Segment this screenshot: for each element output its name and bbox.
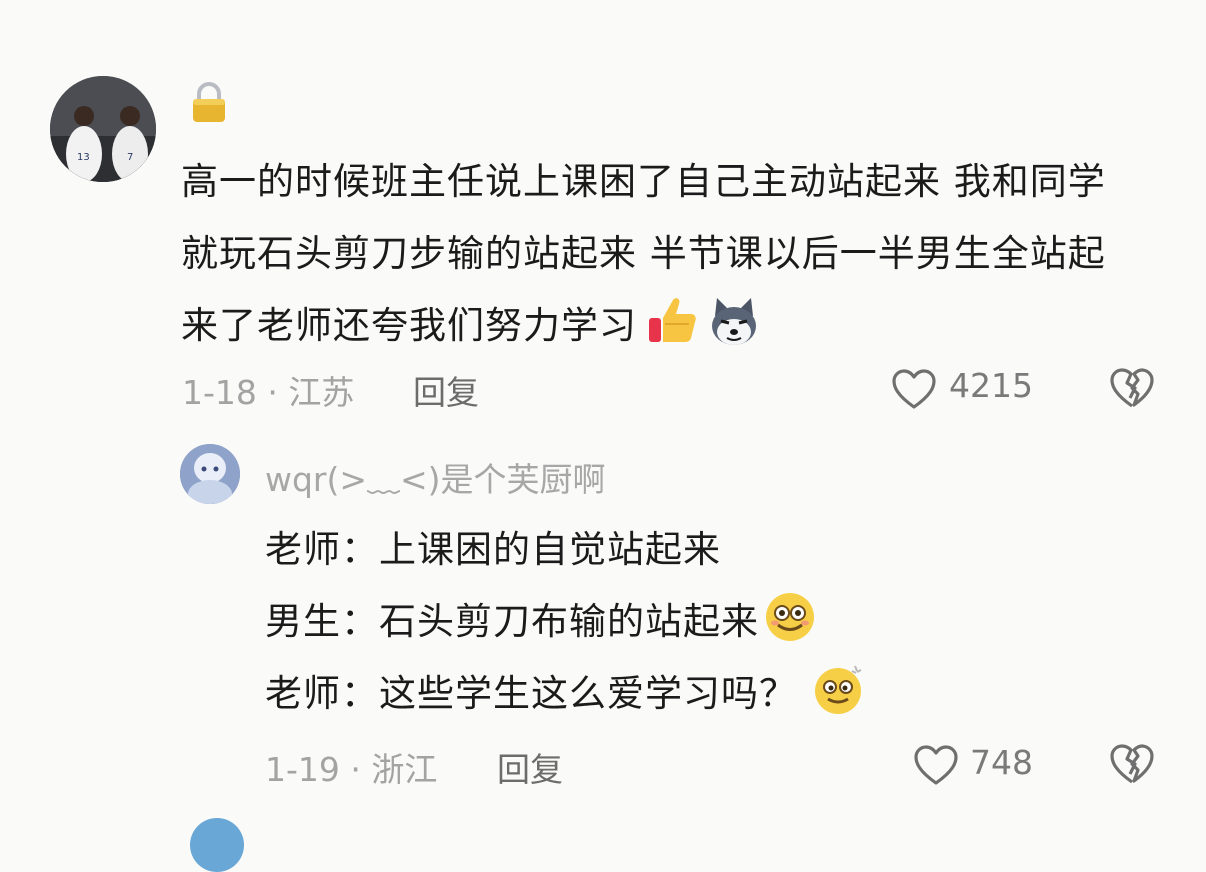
reply-body: 老师：上课困的自觉站起来 男生：石头剪刀布输的站起来 老师：这些学生这么爱学习吗… [265, 514, 865, 730]
dizzy-face-icon [811, 662, 865, 716]
reply-line: 老师：这些学生这么爱学习吗？ [265, 658, 865, 730]
reply-button[interactable]: 回复 [413, 366, 479, 414]
svg-text:7: 7 [127, 152, 133, 163]
dislike-broken-heart-icon[interactable] [1109, 366, 1155, 410]
commenter-avatar[interactable]: 13 7 [50, 76, 156, 182]
lock-icon [187, 80, 231, 124]
reply-line: 老师：上课困的自觉站起来 [265, 528, 721, 571]
like-count: 4215 [949, 366, 1033, 405]
svg-text:13: 13 [77, 152, 90, 163]
reply-line: 男生：石头剪刀布输的站起来 [265, 586, 865, 658]
thumbs-up-icon [645, 294, 699, 348]
smiling-face-icon [763, 590, 817, 644]
like-count: 748 [970, 743, 1033, 782]
reply-avatar[interactable] [180, 444, 240, 504]
like-heart-icon[interactable] [913, 744, 959, 786]
comment-date-location: 1-18 · 江苏 [182, 373, 355, 412]
comment-body: 高一的时候班主任说上课困了自己主动站起来 我和同学就玩石头剪刀步输的站起来 半节… [181, 146, 1141, 362]
reply-username[interactable]: wqr(>﹏<)是个芙厨啊 [265, 453, 606, 501]
reply-date-location: 1-19 · 浙江 [265, 750, 438, 789]
comment-text: 高一的时候班主任说上课困了自己主动站起来 我和同学就玩石头剪刀步输的站起来 半节… [181, 160, 1106, 347]
like-heart-icon[interactable] [891, 368, 937, 410]
next-comment-avatar[interactable] [190, 818, 244, 872]
dislike-broken-heart-icon[interactable] [1109, 742, 1155, 786]
husky-dog-icon [707, 294, 761, 348]
reply-to-reply-button[interactable]: 回复 [497, 743, 563, 791]
